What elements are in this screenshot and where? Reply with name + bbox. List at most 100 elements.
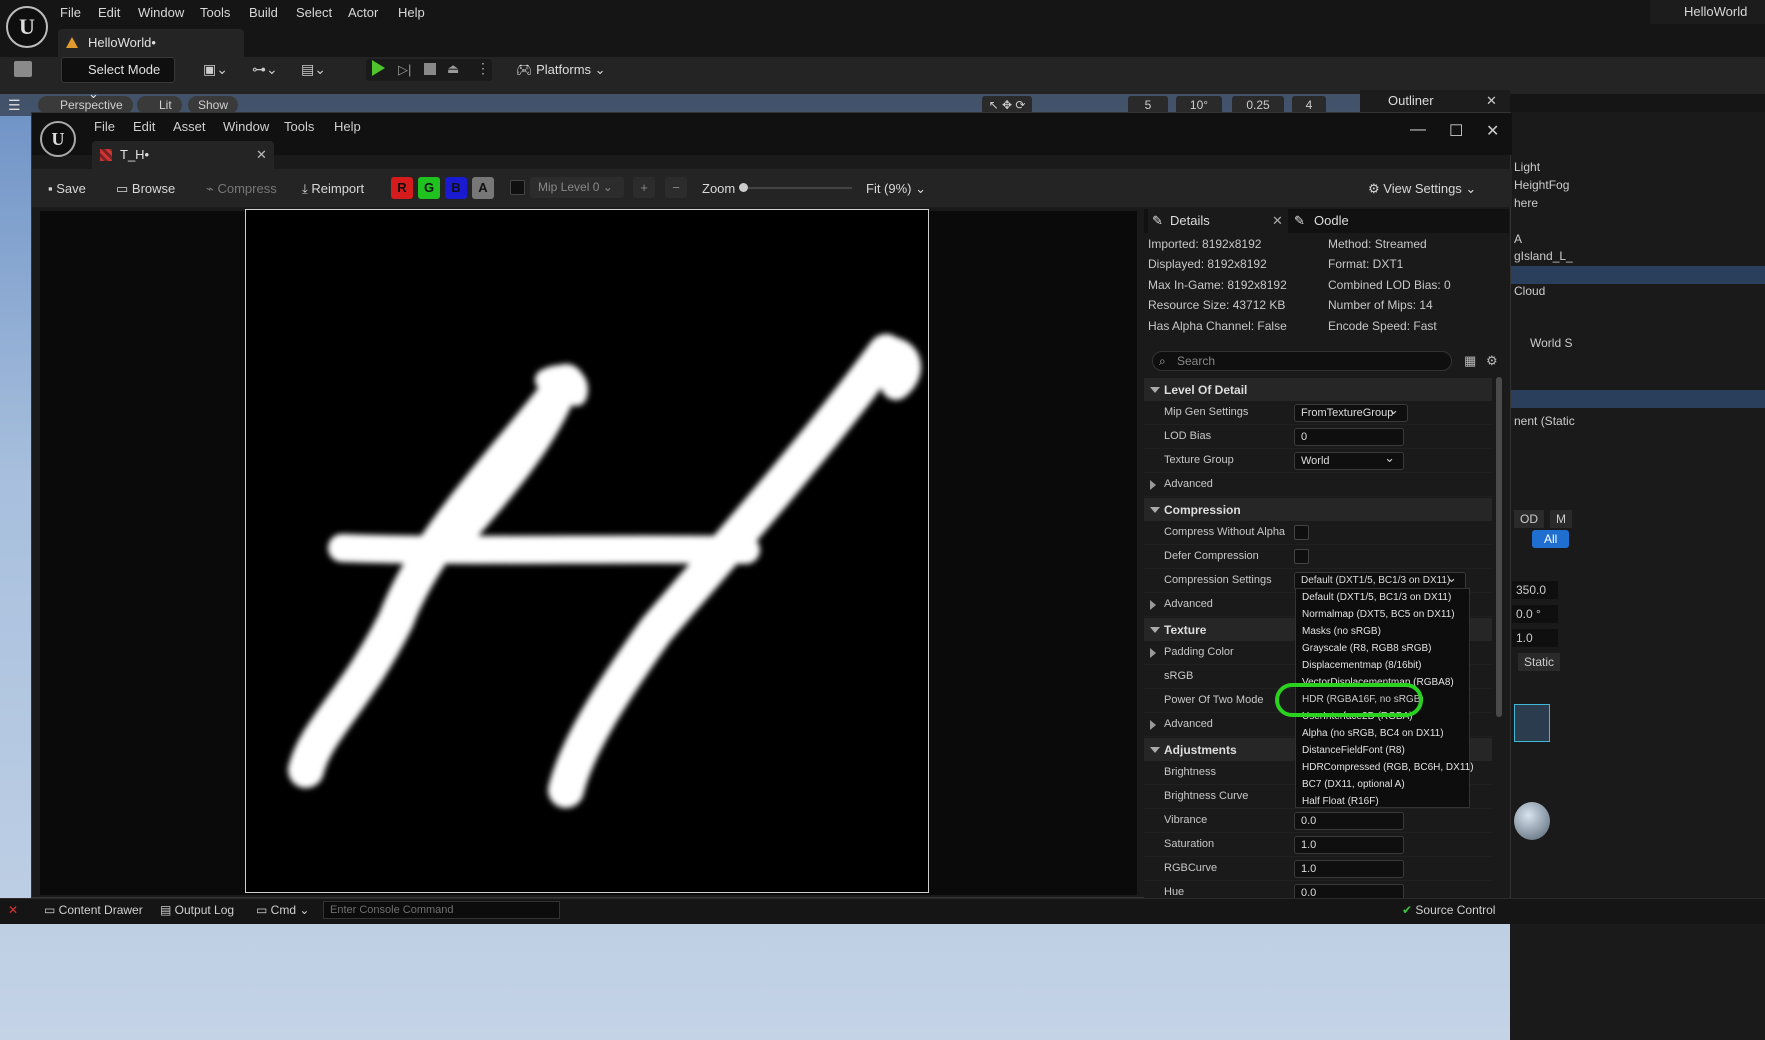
mip-plus-button[interactable]: + [633,177,655,198]
select-mode-dropdown[interactable]: Select Mode ⌄ [61,57,175,101]
view-settings-button[interactable]: ⚙ View Settings ⌄ [1368,179,1476,199]
scale-field[interactable]: 1.0 [1512,629,1558,647]
error-icon[interactable]: ✕ [8,903,18,917]
save-all-icon[interactable] [14,61,32,77]
details-scrollbar[interactable] [1496,377,1502,717]
outliner-selected-row[interactable] [1510,266,1765,284]
outliner-item[interactable]: Light [1514,160,1540,174]
channel-r-toggle[interactable]: R [391,177,413,199]
maximize-icon[interactable]: ☐ [1449,121,1463,141]
close-window-icon[interactable]: ✕ [1486,121,1499,141]
cmd-dropdown[interactable]: ▭ Cmd ⌄ [256,903,309,917]
menu-file[interactable]: File [60,3,81,23]
section-level-of-detail[interactable]: Level Of Detail [1144,377,1492,401]
outliner-item[interactable]: here [1514,196,1538,210]
outliner-item[interactable]: A [1514,232,1522,246]
content-drawer-button[interactable]: ▭ Content Drawer [44,903,143,917]
mip-level-checkbox[interactable] [510,180,525,195]
channel-b-toggle[interactable]: B [445,177,467,199]
option-displacementmap[interactable]: Displacementmap (8/16bit) [1302,657,1422,674]
section-compression[interactable]: Compression [1144,497,1492,521]
lod-chip[interactable]: OD [1514,510,1544,528]
menu-build[interactable]: Build [249,3,278,23]
tex-menu-tools[interactable]: Tools [284,119,314,134]
minimize-icon[interactable]: — [1410,121,1426,139]
mip-minus-button[interactable]: − [665,177,687,198]
rgbcurve-field[interactable]: 1.0 [1294,860,1404,878]
table-view-icon[interactable]: ▦ [1464,353,1476,369]
tab-oodle[interactable]: ✎ Oodle [1292,209,1349,233]
rotation-field[interactable]: 0.0 ° [1512,605,1558,623]
menu-actor[interactable]: Actor [348,3,378,23]
mip-level-dropdown[interactable]: Mip Level 0 ⌄ [530,177,624,198]
viewport-menu-icon[interactable]: ☰ [8,97,26,113]
zoom-slider-handle[interactable] [739,183,748,192]
tex-menu-asset[interactable]: Asset [173,119,206,134]
play-icon[interactable] [372,60,385,76]
compress-wo-alpha-checkbox[interactable] [1294,525,1309,540]
menu-edit[interactable]: Edit [98,3,120,23]
tex-menu-window[interactable]: Window [223,119,269,134]
browse-button[interactable]: ▭ Browse [116,179,175,199]
menu-select[interactable]: Select [296,3,332,23]
hue-field[interactable]: 0.0 [1294,884,1404,899]
m-chip[interactable]: M [1550,510,1572,528]
console-input[interactable]: Enter Console Command [323,901,560,919]
menu-help[interactable]: Help [398,3,425,23]
save-button[interactable]: ▪ Save [48,179,86,199]
mip-gen-dropdown[interactable]: FromTextureGroup [1294,402,1408,422]
menu-tools[interactable]: Tools [200,3,230,23]
close-details-icon[interactable]: ✕ [1272,209,1283,233]
saturation-field[interactable]: 1.0 [1294,836,1404,854]
all-filter-button[interactable]: All [1532,530,1570,548]
close-outliner-icon[interactable]: ✕ [1486,90,1497,112]
tex-menu-file[interactable]: File [94,119,115,134]
settings-gear-icon[interactable]: ⚙ [1486,353,1498,369]
mobility-static[interactable]: Static [1518,653,1561,671]
lod-bias-field[interactable]: 0 [1294,428,1404,446]
option-bc7[interactable]: BC7 (DX11, optional A) [1302,776,1405,793]
menu-window[interactable]: Window [138,3,184,23]
option-hdrcompressed[interactable]: HDRCompressed (RGB, BC6H, DX11) [1302,759,1474,776]
channel-a-toggle[interactable]: A [472,177,494,199]
option-normalmap[interactable]: Normalmap (DXT5, BC5 on DX11) [1302,606,1455,623]
option-half-float[interactable]: Half Float (R16F) [1302,793,1379,810]
blueprint-icon[interactable]: ⊶⌄ [252,61,284,79]
option-masks[interactable]: Masks (no sRGB) [1302,623,1381,640]
more-options-icon[interactable]: ⋮ [476,60,490,77]
add-content-icon[interactable]: ▣⌄ [203,61,235,79]
component-row[interactable] [1510,390,1765,408]
details-search-input[interactable]: ⌕ Search [1152,351,1452,371]
advance-frame-icon[interactable]: ▷| [398,62,411,78]
outliner-item[interactable]: Cloud [1514,284,1545,298]
compress-button[interactable]: ⌁ Compress [206,179,277,199]
source-control-button[interactable]: ✔ Source Control [1402,903,1495,917]
project-tab[interactable]: HelloWorld• [58,29,244,57]
platforms-button[interactable]: 🎮︎ Platforms ⌄ [516,60,606,80]
option-default[interactable]: Default (DXT1/5, BC1/3 on DX11) [1302,589,1451,606]
channel-g-toggle[interactable]: G [418,177,440,199]
reimport-button[interactable]: ⤓ Reimport [302,179,364,199]
mesh-thumbnail[interactable] [1514,704,1550,742]
stop-icon[interactable] [424,63,436,75]
vibrance-field[interactable]: 0.0 [1294,812,1404,830]
fit-dropdown[interactable]: Fit (9%) ⌄ [866,179,926,199]
tex-menu-help[interactable]: Help [334,119,361,134]
outliner-tab[interactable]: Outliner ✕ [1360,90,1510,112]
row-lod-advanced[interactable]: Advanced [1144,473,1492,497]
texture-group-dropdown[interactable]: World [1294,450,1404,470]
location-field[interactable]: 350.0 [1512,581,1558,599]
zoom-slider[interactable] [742,187,852,189]
output-log-button[interactable]: ▤ Output Log [160,903,234,917]
cinematics-icon[interactable]: ▤⌄ [301,61,333,79]
option-grayscale[interactable]: Grayscale (R8, RGB8 sRGB) [1302,640,1431,657]
material-thumbnail[interactable] [1514,802,1550,840]
option-distancefieldfont[interactable]: DistanceFieldFont (R8) [1302,742,1405,759]
close-tab-icon[interactable]: ✕ [256,141,267,169]
option-alpha[interactable]: Alpha (no sRGB, BC4 on DX11) [1302,725,1444,742]
texture-tab[interactable]: T_H• ✕ [92,141,274,169]
outliner-item[interactable]: HeightFog [1514,178,1569,192]
tab-details[interactable]: ✎ Details ✕ [1148,209,1288,233]
outliner-item[interactable]: gIsland_L_ [1514,249,1573,263]
tex-menu-edit[interactable]: Edit [133,119,155,134]
